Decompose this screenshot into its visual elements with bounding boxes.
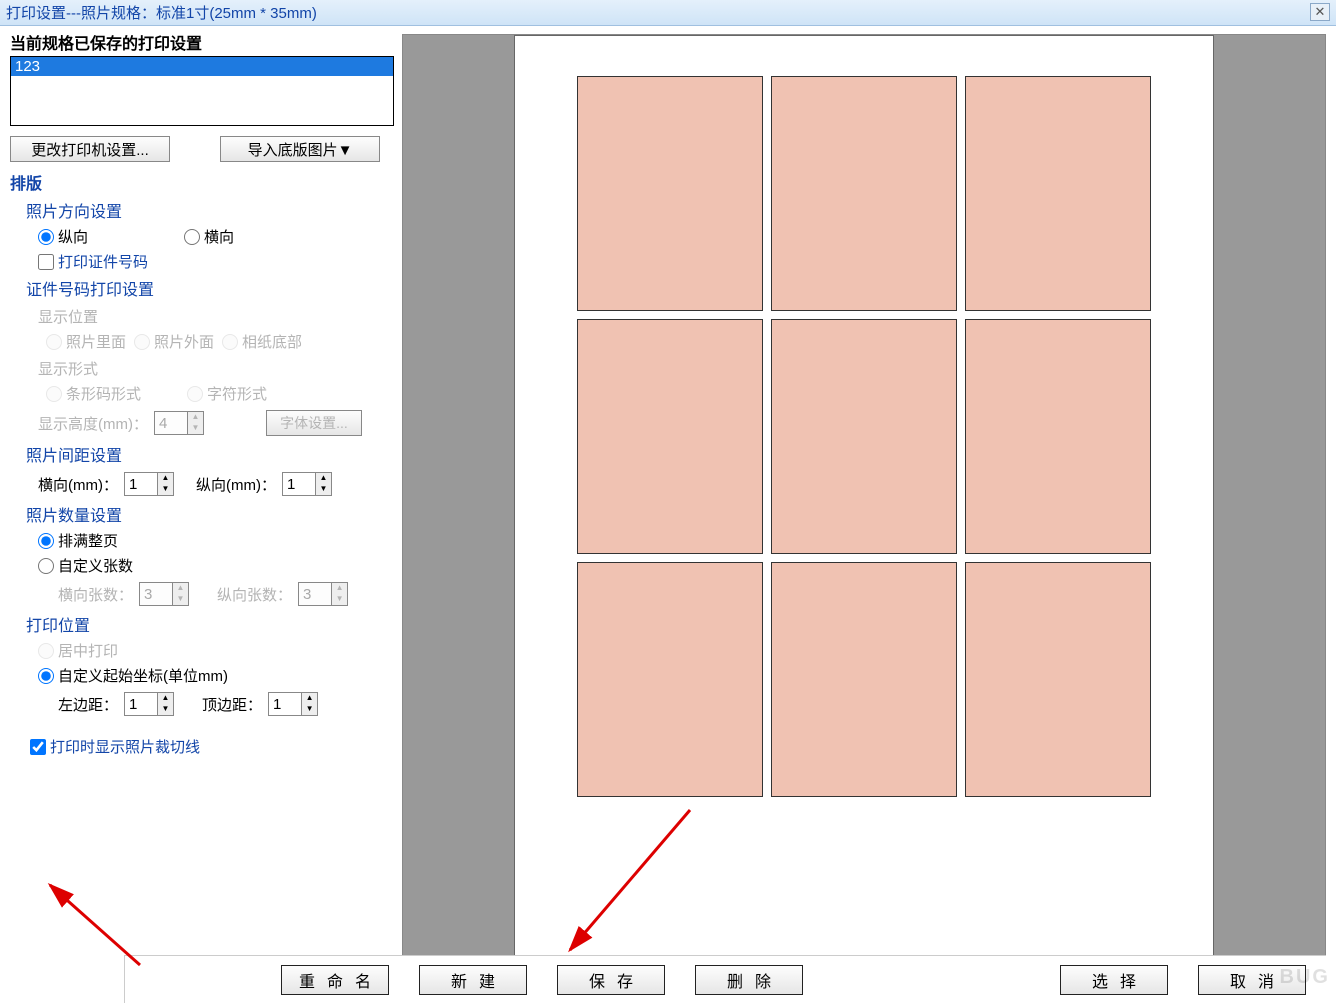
display-height-label: 显示高度(mm)： — [38, 413, 148, 434]
v-spacing-label: 纵向(mm)： — [196, 474, 276, 495]
show-cut-lines-checkbox[interactable]: 打印时显示照片裁切线 — [30, 736, 200, 757]
photo-placeholder — [965, 562, 1151, 797]
photo-placeholder — [965, 319, 1151, 554]
photo-placeholder — [965, 76, 1151, 311]
new-button[interactable]: 新建 — [419, 965, 527, 995]
display-form-label: 显示形式 — [38, 358, 392, 379]
form-char: 字符形式 — [187, 383, 267, 404]
printer-settings-button[interactable]: 更改打印机设置... — [10, 136, 170, 162]
preview-page — [514, 35, 1214, 984]
font-settings-button: 字体设置... — [266, 410, 362, 436]
v-spacing-spinner[interactable]: ▲▼ — [282, 472, 332, 496]
titlebar: 打印设置---照片规格：标准1寸(25mm * 35mm) ✕ — [0, 0, 1336, 26]
v-count-label: 纵向张数： — [217, 584, 292, 605]
pos-outside: 照片外面 — [134, 331, 214, 352]
display-height-spinner: ▲▼ — [154, 411, 204, 435]
photo-placeholder — [771, 562, 957, 797]
bottom-toolbar: 重命名 新建 保存 删除 选择 取消 — [124, 955, 1326, 1003]
import-base-image-button[interactable]: 导入底版图片▼ — [220, 136, 380, 162]
saved-settings-label: 当前规格已保存的打印设置 — [10, 30, 392, 54]
v-count-spinner: ▲▼ — [298, 582, 348, 606]
position-custom[interactable]: 自定义起始坐标(单位mm) — [38, 665, 228, 686]
left-panel: 当前规格已保存的打印设置 123 更改打印机设置... 导入底版图片▼ 排版 照… — [0, 26, 402, 984]
list-item[interactable]: 123 — [11, 57, 393, 76]
h-count-spinner: ▲▼ — [139, 582, 189, 606]
orientation-portrait[interactable]: 纵向 — [38, 226, 88, 247]
left-margin-spinner[interactable]: ▲▼ — [124, 692, 174, 716]
h-count-label: 横向张数： — [58, 584, 133, 605]
saved-settings-list[interactable]: 123 — [10, 56, 394, 126]
rename-button[interactable]: 重命名 — [281, 965, 389, 995]
quantity-custom[interactable]: 自定义张数 — [38, 555, 133, 576]
photo-placeholder — [771, 76, 957, 311]
h-spacing-spinner[interactable]: ▲▼ — [124, 472, 174, 496]
delete-button[interactable]: 删除 — [695, 965, 803, 995]
photo-placeholder — [577, 76, 763, 311]
save-button[interactable]: 保存 — [557, 965, 665, 995]
form-barcode: 条形码形式 — [46, 383, 141, 404]
photo-placeholder — [577, 562, 763, 797]
select-button[interactable]: 选择 — [1060, 965, 1168, 995]
top-margin-label: 顶边距： — [202, 694, 262, 715]
position-label: 打印位置 — [26, 612, 392, 636]
top-margin-spinner[interactable]: ▲▼ — [268, 692, 318, 716]
pos-inside: 照片里面 — [46, 331, 126, 352]
layout-group-label: 排版 — [10, 170, 392, 194]
quantity-full-page[interactable]: 排满整页 — [38, 530, 118, 551]
cert-settings-label: 证件号码打印设置 — [26, 276, 392, 300]
pos-bottom: 相纸底部 — [222, 331, 302, 352]
position-center: 居中打印 — [38, 640, 118, 661]
spacing-label: 照片间距设置 — [26, 442, 392, 466]
watermark: BUG — [1280, 966, 1330, 989]
close-icon[interactable]: ✕ — [1310, 3, 1330, 21]
photo-placeholder — [771, 319, 957, 554]
orientation-label: 照片方向设置 — [26, 198, 392, 222]
left-margin-label: 左边距： — [58, 694, 118, 715]
orientation-landscape[interactable]: 横向 — [184, 226, 234, 247]
quantity-label: 照片数量设置 — [26, 502, 392, 526]
print-cert-number-checkbox[interactable]: 打印证件号码 — [38, 251, 148, 272]
window-title: 打印设置---照片规格：标准1寸(25mm * 35mm) — [6, 2, 317, 23]
preview-panel — [402, 34, 1326, 984]
display-position-label: 显示位置 — [38, 306, 392, 327]
photo-placeholder — [577, 319, 763, 554]
h-spacing-label: 横向(mm)： — [38, 474, 118, 495]
